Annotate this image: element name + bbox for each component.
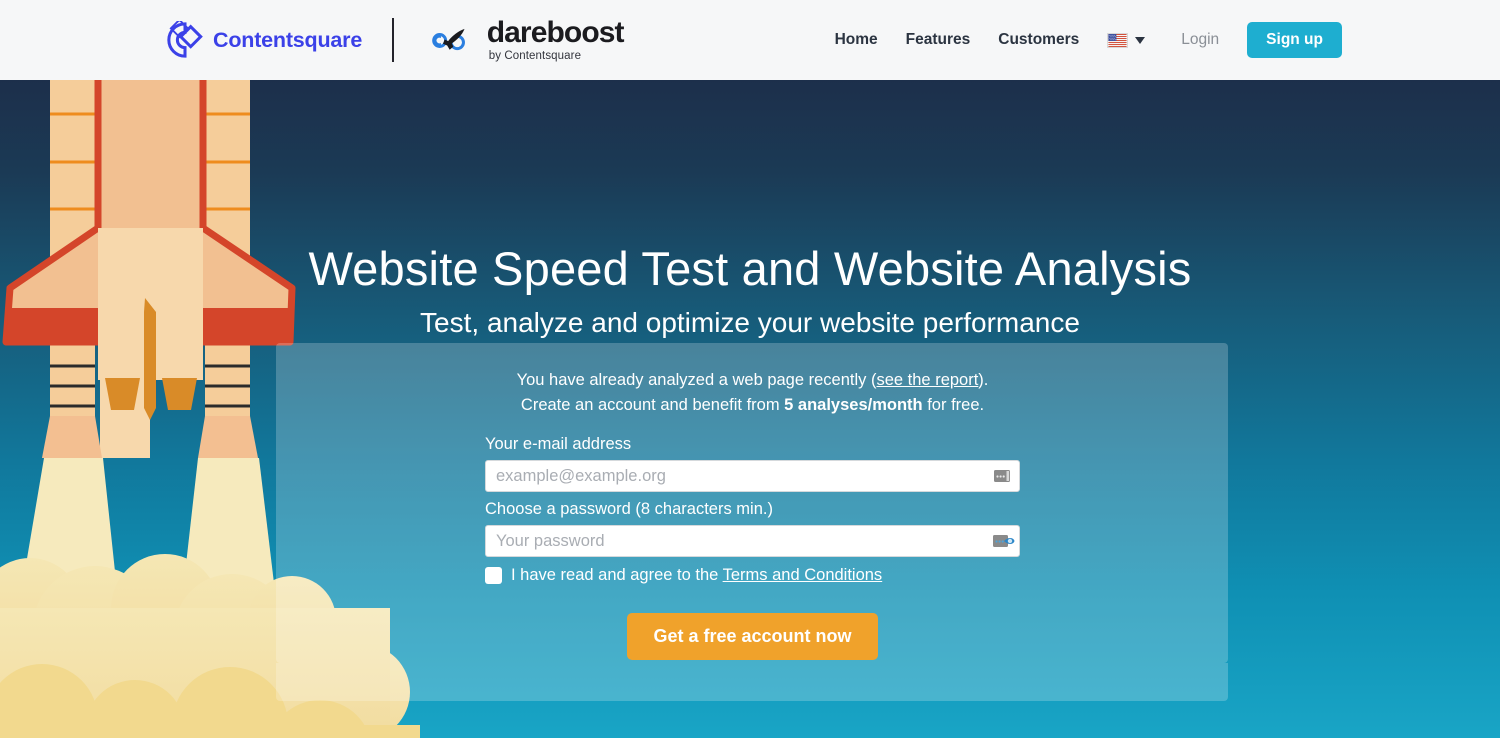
- password-key-icon[interactable]: [992, 533, 1016, 549]
- nav-features[interactable]: Features: [906, 31, 971, 49]
- dareboost-rocket-circles-logo-icon: [425, 27, 479, 54]
- terms-text-before: I have read and agree to the: [511, 566, 723, 584]
- email-input-row: [485, 460, 1020, 492]
- page-title: Website Speed Test and Website Analysis: [308, 242, 1192, 296]
- us-flag-icon: [1107, 32, 1129, 48]
- login-link[interactable]: Login: [1181, 31, 1219, 49]
- email-label: Your e-mail address: [485, 435, 632, 453]
- page-subtitle: Test, analyze and optimize your website …: [420, 307, 1080, 338]
- recent-analysis-notice: You have already analyzed a web page rec…: [485, 368, 1020, 418]
- terms-and-conditions-link[interactable]: Terms and Conditions: [723, 566, 883, 584]
- email-input[interactable]: [485, 460, 1020, 492]
- brand-zone: Contentsquare dareboost by Contentsquare: [166, 15, 625, 63]
- cta-wrap: Get a free account now: [485, 613, 1020, 660]
- terms-checkbox[interactable]: [485, 567, 502, 584]
- notice-line1-after: ).: [978, 371, 989, 389]
- password-input-row: [485, 525, 1020, 557]
- language-selector[interactable]: [1107, 32, 1146, 48]
- hero-section: Website Speed Test and Website Analysis …: [0, 80, 1500, 738]
- dareboost-wordmark: dareboost: [486, 15, 625, 49]
- dareboost-text-block: dareboost by Contentsquare: [486, 15, 625, 63]
- password-label: Choose a password (8 characters min.): [485, 500, 773, 518]
- nav-home[interactable]: Home: [835, 31, 878, 49]
- contentsquare-diamond-circle-logo-icon: [166, 21, 204, 59]
- signup-form: You have already analyzed a web page rec…: [485, 368, 1020, 660]
- password-input[interactable]: [485, 525, 1020, 557]
- main-navigation: Home Features Customers Login Sign up: [835, 22, 1342, 58]
- site-header: Contentsquare dareboost by Contentsquare…: [0, 0, 1500, 80]
- dareboost-tagline: by Contentsquare: [488, 49, 582, 62]
- see-the-report-link[interactable]: see the report: [876, 371, 978, 389]
- dareboost-logo[interactable]: dareboost by Contentsquare: [425, 15, 625, 63]
- contentsquare-wordmark: Contentsquare: [213, 27, 363, 52]
- get-free-account-button[interactable]: Get a free account now: [627, 613, 878, 660]
- nav-customers[interactable]: Customers: [998, 31, 1079, 49]
- notice-line2-before: Create an account and benefit from: [520, 396, 785, 414]
- terms-row: I have read and agree to the Terms and C…: [485, 566, 1020, 585]
- chevron-down-icon: [1135, 36, 1146, 44]
- notice-line1-before: You have already analyzed a web page rec…: [516, 371, 877, 389]
- terms-text: I have read and agree to the Terms and C…: [511, 566, 882, 585]
- contentsquare-logo[interactable]: Contentsquare: [166, 21, 362, 59]
- notice-quota-strong: 5 analyses/month: [784, 396, 923, 414]
- notice-line2-after: for free.: [922, 396, 985, 414]
- brand-divider: [392, 18, 394, 62]
- autofill-credentials-icon[interactable]: [993, 468, 1011, 484]
- signup-panel-bottom-strip: [276, 663, 1228, 701]
- signup-button[interactable]: Sign up: [1247, 22, 1342, 58]
